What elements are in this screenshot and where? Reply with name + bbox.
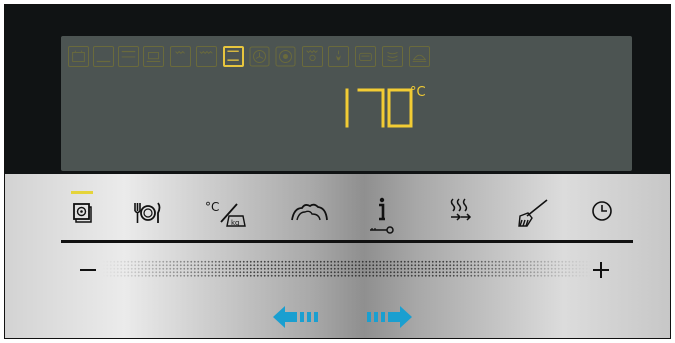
heating-modes-icon bbox=[73, 203, 92, 223]
arrow-left-icon bbox=[273, 306, 318, 328]
temperature-weight-icon: °C kg bbox=[205, 200, 246, 227]
fan-bake-mode-icon bbox=[275, 46, 296, 67]
conventional-mode-icon bbox=[223, 46, 244, 67]
plate-cutlery-icon bbox=[134, 202, 161, 223]
rapid-heat-button[interactable] bbox=[443, 196, 477, 228]
slow-cook-mode-icon bbox=[382, 46, 403, 67]
touch-control-strip: °C kg bbox=[5, 174, 670, 338]
defrost-mode-icon bbox=[68, 46, 89, 67]
clock-icon bbox=[592, 201, 612, 221]
heating-modes-button[interactable] bbox=[65, 196, 99, 228]
control-divider bbox=[61, 240, 633, 243]
bread-loaf-icon bbox=[291, 203, 328, 221]
temperature-unit-label: °C bbox=[205, 200, 219, 214]
selection-indicator bbox=[71, 191, 93, 194]
value-slider[interactable] bbox=[102, 260, 592, 278]
timer-button[interactable] bbox=[585, 196, 619, 228]
info-lock-button[interactable] bbox=[365, 194, 399, 234]
arrow-right-icon bbox=[367, 306, 412, 328]
weight-temperature-button[interactable]: °C kg bbox=[205, 196, 249, 228]
info-key-icon bbox=[370, 197, 394, 234]
previous-button[interactable] bbox=[273, 304, 329, 330]
brush-icon bbox=[518, 199, 548, 227]
minus-button[interactable] bbox=[80, 269, 96, 271]
grill-fan-mode-icon bbox=[302, 46, 323, 67]
next-button[interactable] bbox=[367, 304, 423, 330]
cleaning-button[interactable] bbox=[513, 196, 551, 228]
weight-unit-label: kg bbox=[231, 219, 240, 227]
steam-mode-icon bbox=[328, 46, 349, 67]
grill-small-mode-icon bbox=[170, 46, 191, 67]
bake-button[interactable] bbox=[288, 196, 330, 228]
top-bottom-heat-mode-icon bbox=[143, 46, 164, 67]
oven-control-panel: 170 °C °C bbox=[4, 4, 671, 339]
rapid-heat-icon bbox=[450, 198, 472, 221]
programs-button[interactable] bbox=[130, 196, 164, 228]
temperature-unit: °C bbox=[410, 85, 426, 100]
keep-warm-mode-icon bbox=[409, 46, 430, 67]
oven-display: 170 °C bbox=[5, 5, 670, 174]
grill-large-mode-icon bbox=[196, 46, 217, 67]
temperature-readout bbox=[345, 88, 413, 128]
pizza-mode-icon bbox=[355, 46, 376, 67]
bottom-heat-mode-icon bbox=[93, 46, 114, 67]
display-screen: 170 °C bbox=[61, 36, 632, 171]
plus-button[interactable] bbox=[593, 262, 609, 278]
top-heat-mode-icon bbox=[118, 46, 139, 67]
fan-circular-mode-icon bbox=[249, 46, 270, 67]
